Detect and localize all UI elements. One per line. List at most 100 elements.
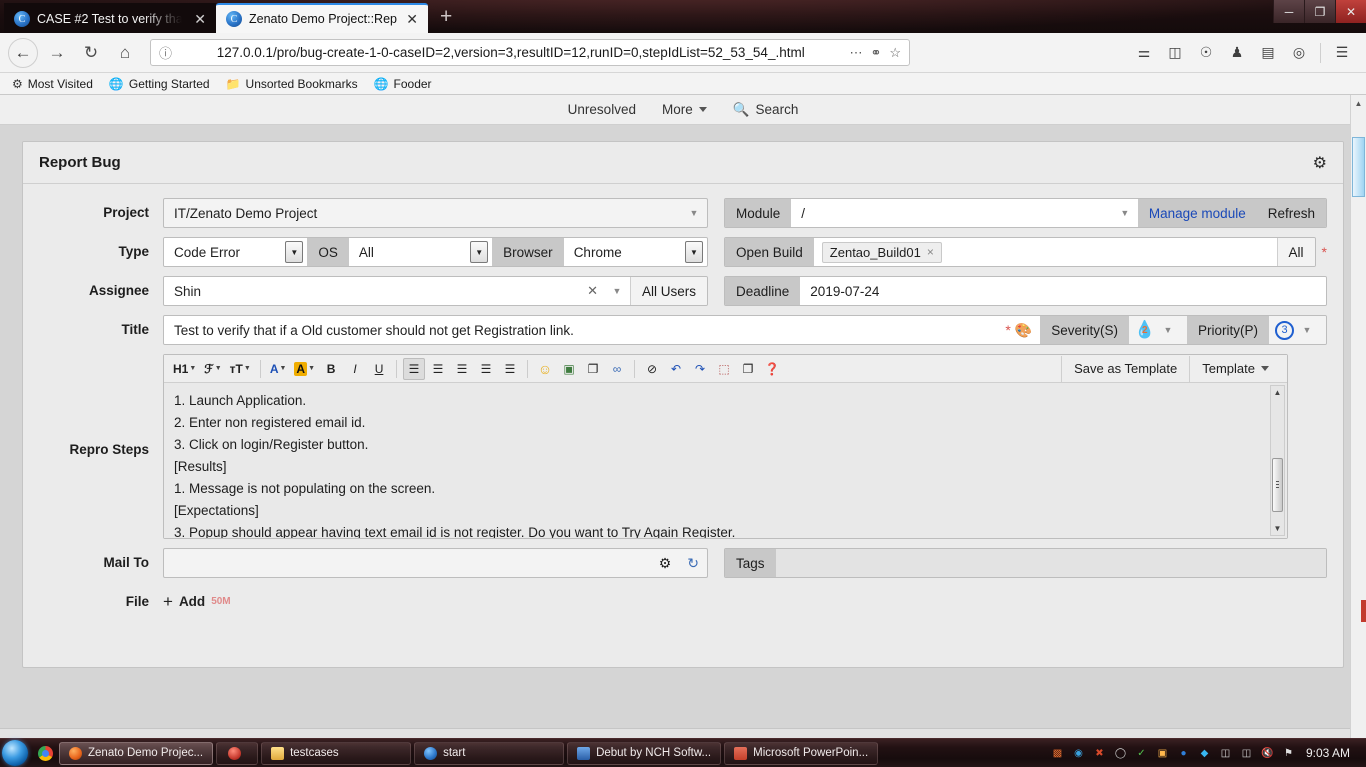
- assignee-select[interactable]: Shin ✕ ▼: [164, 277, 630, 305]
- page-actions-icon[interactable]: ⋯: [849, 45, 862, 61]
- network-icon[interactable]: ◫: [1239, 746, 1254, 761]
- bookmark-star-icon[interactable]: ☆: [889, 45, 901, 61]
- scrollbar-track[interactable]: [1271, 399, 1284, 522]
- scroll-up-icon[interactable]: ▲: [1274, 386, 1282, 399]
- save-as-template-button[interactable]: Save as Template: [1061, 355, 1189, 382]
- nav-unresolved[interactable]: Unresolved: [568, 102, 636, 117]
- editor-scrollbar[interactable]: ▲ ▼: [1270, 385, 1285, 536]
- insert-image-tool[interactable]: ▣: [558, 358, 580, 380]
- chevron-down-icon[interactable]: ▼: [1155, 325, 1181, 335]
- highlight-color-tool[interactable]: A ▼: [291, 358, 318, 380]
- title-input[interactable]: Test to verify that if a Old customer sh…: [164, 316, 1041, 344]
- italic-tool[interactable]: I: [344, 358, 366, 380]
- priority-select[interactable]: 3 ▼: [1269, 316, 1326, 344]
- tray-icon-2[interactable]: ◉: [1071, 746, 1086, 761]
- bookmark-unsorted-bookmarks[interactable]: 📁 Unsorted Bookmarks: [226, 77, 358, 91]
- help-tool[interactable]: ❓: [761, 358, 783, 380]
- refresh-module-button[interactable]: Refresh: [1256, 199, 1326, 227]
- chrome-quicklaunch-icon[interactable]: [34, 742, 56, 764]
- align-center-tool[interactable]: ☰: [427, 358, 449, 380]
- scroll-up-icon[interactable]: ▲: [1355, 95, 1363, 111]
- page-info-icon[interactable]: ⓘ: [159, 43, 172, 62]
- os-select[interactable]: All ▼: [348, 238, 493, 266]
- chevron-down-icon[interactable]: ▼: [285, 241, 304, 263]
- taskbar-clock[interactable]: 9:03 AM: [1302, 746, 1358, 760]
- nav-search[interactable]: 🔍 Search: [733, 102, 799, 118]
- bookmark-getting-started[interactable]: 🌐 Getting Started: [109, 77, 210, 91]
- open-build-all-button[interactable]: All: [1276, 238, 1315, 266]
- tray-icon-6[interactable]: ▣: [1155, 746, 1170, 761]
- insert-link-tool[interactable]: ∞: [606, 358, 628, 380]
- taskbar-item-start[interactable]: start: [414, 741, 565, 765]
- close-icon[interactable]: ✕: [404, 12, 420, 26]
- taskbar-item-testcases[interactable]: testcases: [261, 741, 412, 765]
- close-button[interactable]: ✕: [1335, 0, 1366, 23]
- pocket-icon[interactable]: ⚭: [870, 45, 881, 61]
- chevron-down-icon[interactable]: ▼: [1112, 208, 1138, 218]
- font-family-tool[interactable]: ℱ ▼: [201, 358, 224, 380]
- page-scrollbar[interactable]: ▲ ▼: [1350, 95, 1366, 767]
- maximize-button[interactable]: ❐: [1304, 0, 1335, 23]
- tray-icon-8[interactable]: ◆: [1197, 746, 1212, 761]
- volume-mute-icon[interactable]: 🔇: [1260, 746, 1275, 761]
- browser-tab-2[interactable]: Zenato Demo Project::Report B ✕: [216, 3, 428, 33]
- module-select[interactable]: / ▼: [791, 199, 1138, 227]
- refresh-icon[interactable]: ↻: [679, 555, 707, 572]
- deadline-input[interactable]: 2019-07-24: [800, 277, 1326, 305]
- tray-icon-4[interactable]: ◯: [1113, 746, 1128, 761]
- scrollbar-track[interactable]: [1351, 111, 1366, 752]
- align-left-tool[interactable]: ☰: [403, 357, 426, 380]
- font-color-tool[interactable]: A ▼: [267, 358, 290, 380]
- paste-tool[interactable]: ❐: [737, 358, 759, 380]
- source-code-tool[interactable]: ⬚: [713, 358, 735, 380]
- manage-module-button[interactable]: Manage module: [1137, 199, 1257, 227]
- scrollbar-thumb[interactable]: [1352, 136, 1365, 197]
- all-users-button[interactable]: All Users: [629, 277, 707, 305]
- taskbar-item-app2[interactable]: [216, 741, 259, 765]
- bold-tool[interactable]: B: [320, 358, 342, 380]
- scrollbar-thumb[interactable]: [1272, 458, 1283, 513]
- chevron-down-icon[interactable]: ▼: [604, 286, 630, 296]
- forward-icon[interactable]: →: [42, 38, 72, 68]
- insert-file-tool[interactable]: ❐: [582, 358, 604, 380]
- taskbar-item-debut[interactable]: Debut by NCH Softw...: [567, 741, 722, 765]
- underline-tool[interactable]: U: [368, 358, 390, 380]
- library-icon[interactable]: ⚌: [1134, 43, 1154, 63]
- chevron-down-icon[interactable]: ▼: [1294, 325, 1320, 335]
- bookmark-most-visited[interactable]: ⚙ Most Visited: [12, 77, 93, 91]
- chevron-down-icon[interactable]: ▼: [470, 241, 489, 263]
- redo-tool[interactable]: ↷: [689, 358, 711, 380]
- sidebar-icon[interactable]: ◫: [1165, 43, 1185, 63]
- home-icon[interactable]: ⌂: [110, 38, 140, 68]
- browser-tab-1[interactable]: CASE #2 Test to verify that if a ✕: [4, 3, 216, 33]
- chevron-down-icon[interactable]: ▼: [681, 208, 707, 218]
- action-center-icon[interactable]: ⚑: [1281, 746, 1296, 761]
- account-icon[interactable]: ☉: [1196, 43, 1216, 63]
- severity-select[interactable]: 💧 2 ▼: [1129, 316, 1187, 344]
- close-icon[interactable]: ✕: [192, 12, 208, 26]
- clear-icon[interactable]: ✕: [581, 283, 604, 299]
- palette-icon[interactable]: 🎨: [1011, 322, 1040, 339]
- tray-icon-7[interactable]: ●: [1176, 746, 1191, 761]
- battery-icon[interactable]: ◫: [1218, 746, 1233, 761]
- reader-mode-icon[interactable]: ▤: [1258, 43, 1278, 63]
- unordered-list-tool[interactable]: ☰: [499, 358, 521, 380]
- bookmark-fooder[interactable]: 🌐 Fooder: [374, 77, 432, 91]
- tray-icon-3[interactable]: ✖: [1092, 746, 1107, 761]
- back-icon[interactable]: ←: [8, 37, 38, 68]
- open-build-field[interactable]: Zentao_Build01 ×: [813, 238, 1277, 266]
- mail-to-input[interactable]: ⚙ ↻: [163, 548, 708, 578]
- open-build-chip[interactable]: Zentao_Build01 ×: [821, 241, 942, 263]
- new-tab-button[interactable]: +: [428, 4, 464, 33]
- reload-icon[interactable]: ↻: [76, 38, 106, 68]
- close-icon[interactable]: ×: [927, 245, 934, 259]
- gear-icon[interactable]: ⚙: [1313, 153, 1327, 173]
- scroll-down-icon[interactable]: ▼: [1274, 522, 1282, 535]
- browser-select[interactable]: Chrome ▼: [563, 238, 707, 266]
- font-size-tool[interactable]: ᴛT ▼: [227, 358, 254, 380]
- minimize-button[interactable]: ─: [1273, 0, 1304, 23]
- template-dropdown-button[interactable]: Template: [1189, 355, 1281, 382]
- taskbar-item-powerpoint[interactable]: Microsoft PowerPoin...: [724, 741, 879, 765]
- menu-icon[interactable]: ☰: [1332, 43, 1352, 63]
- address-bar[interactable]: ⓘ 127.0.0.1/pro/bug-create-1-0-caseID=2,…: [150, 39, 910, 66]
